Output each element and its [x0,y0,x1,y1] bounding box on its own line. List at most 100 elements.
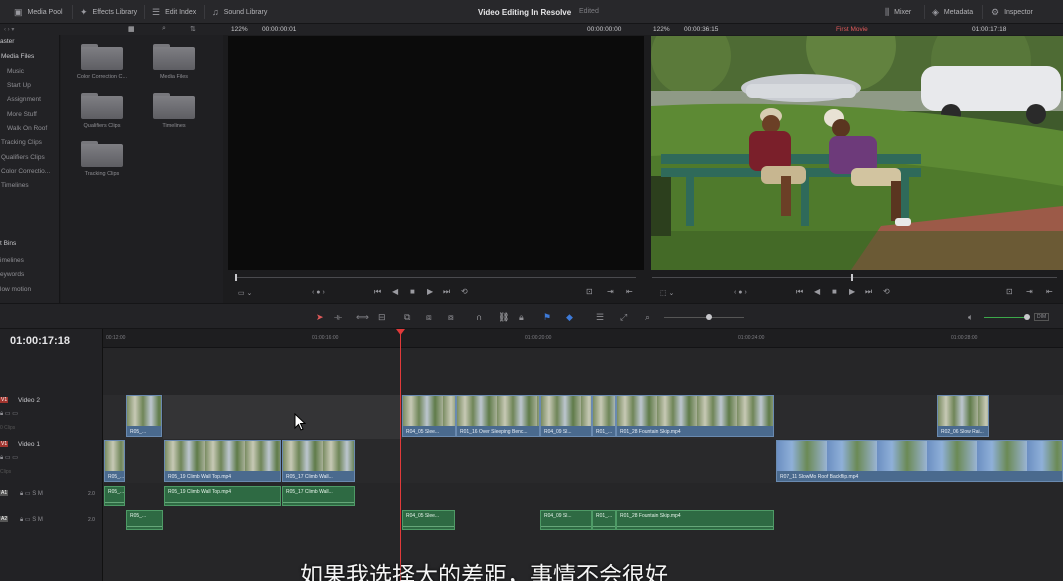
bin-item[interactable]: More Stuff [7,111,37,118]
media-pool-nav-icons[interactable]: ‹ › ▾ [4,26,14,33]
bin-item[interactable]: Start Up [7,82,31,89]
loop-icon[interactable]: ⟲ [461,287,468,296]
audio-clip[interactable]: R01_... [592,510,616,530]
play-icon[interactable]: ▶ [849,287,855,296]
bin-item[interactable]: Media Files [1,53,34,60]
bin-item[interactable]: Walk On Roof [7,125,47,132]
timeline-viewer[interactable] [651,36,1063,270]
zoom-slider-handle[interactable] [706,314,712,320]
match-frame-icon[interactable]: ⊡ [586,287,593,296]
source-scrubber-handle[interactable] [235,274,237,281]
source-zoom[interactable]: 122% [231,26,248,33]
dim-button[interactable]: DIM [1034,313,1050,321]
bin-item[interactable]: Assignment [7,96,41,103]
video-clip[interactable]: R05_19 Climb Wall Top.mp4 [164,440,281,482]
go-to-start-icon[interactable]: ⏮ [374,287,381,297]
volume-slider-handle[interactable] [1024,314,1030,320]
bin-item[interactable]: Timelines [1,182,29,189]
folder-item[interactable]: Media Files [144,44,204,80]
audio-clip[interactable]: R05_... [104,486,125,506]
play-reverse-icon[interactable]: ◀ [814,287,820,296]
jog-control[interactable]: ‹ ● › [312,289,325,296]
trim-tool-icon[interactable]: ⟛ [334,312,342,323]
audio-clip[interactable]: R01_28 Fountain Skip.mp4 [616,510,774,530]
insert-clip-icon[interactable]: ⧉ [404,312,410,323]
metadata-tab[interactable]: ◈ Metadata [932,0,973,24]
stop-icon[interactable]: ■ [410,287,415,296]
source-viewer[interactable] [228,36,644,270]
loop-icon[interactable]: ⟲ [883,287,890,296]
play-reverse-icon[interactable]: ◀ [392,287,398,296]
track-badge[interactable]: A1 [0,490,9,496]
audio-clip[interactable]: R04_09 Sl... [540,510,592,530]
timeline-scrubber[interactable] [652,277,1057,278]
sound-library-tab[interactable]: ♫ Sound Library [212,0,267,24]
mark-in-icon[interactable]: ⇥ [607,287,614,296]
folder-item[interactable]: Qualifiers Clips [72,93,132,129]
sort-icon[interactable]: ⇅ [190,25,196,33]
effects-library-tab[interactable]: ✦ Effects Library [80,0,137,24]
match-frame-icon[interactable]: ⊡ [1006,287,1013,296]
track-name[interactable]: Video 1 [18,441,40,448]
master-bin[interactable]: aster [0,38,14,45]
zoom-to-fit-icon[interactable]: ⤢ [620,312,627,323]
video-clip[interactable]: R05_... [104,440,125,482]
timeline-ruler[interactable]: 00:12:00 01:00:16:00 01:00:20:00 01:00:2… [103,329,1063,348]
bin-item[interactable]: Qualifiers Clips [1,154,45,161]
bin-item[interactable]: Music [7,68,24,75]
zoom-slider[interactable] [664,317,744,318]
link-icon[interactable]: ⛓ [498,312,509,323]
overwrite-clip-icon[interactable]: ⧈ [426,312,432,323]
track-lock-icon[interactable]: 🔒︎ ▭ ▭ [0,454,18,462]
blade-tool-icon[interactable]: ⊟ [378,312,386,323]
video-clip[interactable]: R04_05 Slee... [402,395,456,437]
track-name[interactable]: Video 2 [18,397,40,404]
video-clip[interactable]: R01_... [592,395,616,437]
audio-clip[interactable]: R04_05 Slee... [402,510,455,530]
bin-item[interactable]: Color Correctio... [1,168,50,175]
media-pool-tab[interactable]: ▣ Media Pool [14,0,63,24]
selected-gap[interactable] [163,395,403,439]
video-clip[interactable]: R02_06 Slow Rai... [937,395,989,437]
audio-clip[interactable]: R05_19 Climb Wall Top.mp4 [164,486,281,506]
jog-control[interactable]: ‹ ● › [734,289,747,296]
source-scrubber[interactable] [236,277,636,278]
playhead[interactable] [400,331,401,581]
go-to-start-icon[interactable]: ⏮ [796,287,803,297]
smart-bin-item[interactable]: eywords [0,271,24,278]
track-lock-icon[interactable]: 🔒︎ ▭ ▭ [0,410,18,418]
volume-icon[interactable]: 🔈︎ [968,312,973,323]
audio-clip[interactable]: R05_17 Climb Wall... [282,486,355,506]
smart-bin-item[interactable]: imelines [0,257,24,264]
bin-item[interactable]: Tracking Clips [1,139,42,146]
mark-out-icon[interactable]: ⇤ [1046,287,1053,296]
audio-track-controls[interactable]: 🔒︎ ▭ S M [20,516,43,524]
go-to-end-icon[interactable]: ⏭ [865,287,872,297]
smart-bin-item[interactable]: low motion [0,286,31,293]
timeline-view-options-icon[interactable]: ☰ [596,312,604,323]
marker-icon[interactable]: ◆ [566,312,573,323]
mixer-tab[interactable]: ⫼ Mixer [885,0,911,24]
timeline-name-dropdown[interactable]: First Movie [836,26,868,33]
replace-clip-icon[interactable]: ⧇ [448,312,454,323]
search-icon[interactable]: ⌕ [162,25,166,33]
video-clip[interactable]: R04_09 Sl... [540,395,592,437]
video-clip[interactable]: R05_17 Climb Wall... [282,440,355,482]
zoom-icon[interactable]: ⌕ [645,312,650,323]
snapping-icon[interactable]: ∩ [476,312,482,322]
folder-item[interactable]: Timelines [144,93,204,129]
play-icon[interactable]: ▶ [427,287,433,296]
dynamic-trim-icon[interactable]: ⟺ [356,312,369,323]
video-clip[interactable]: R01_16 Over Sleeping Benc... [456,395,540,437]
track-badge[interactable]: V1 [0,397,9,403]
audio-clip[interactable]: R05_... [126,510,163,530]
selection-tool-icon[interactable]: ➤ [316,312,324,323]
track-badge[interactable]: A2 [0,516,9,522]
folder-item[interactable]: Tracking Clips [72,141,132,177]
go-to-end-icon[interactable]: ⏭ [443,287,450,297]
viewer-options-icon[interactable]: ⬚ ⌄ [660,289,674,297]
audio-track-controls[interactable]: 🔒︎ ▭ S M [20,490,43,498]
lock-icon[interactable]: 🔒︎ [519,312,524,323]
track-badge[interactable]: V1 [0,441,9,447]
timeline-scrubber-handle[interactable] [851,274,853,281]
